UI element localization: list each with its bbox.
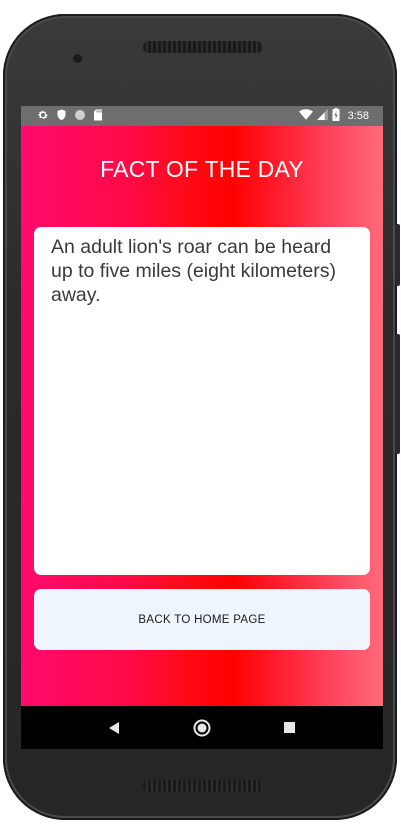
bottom-speaker xyxy=(143,780,263,792)
volume-button xyxy=(395,334,400,454)
fact-card: An adult lion's roar can be heard up to … xyxy=(34,227,370,575)
status-system-icons: 3:58 xyxy=(298,108,369,124)
app-content: FACT OF THE DAY An adult lion's roar can… xyxy=(21,126,383,706)
front-camera xyxy=(73,54,82,63)
fact-text: An adult lion's roar can be heard up to … xyxy=(51,236,337,306)
circle-icon xyxy=(74,109,86,124)
home-icon[interactable] xyxy=(187,713,217,743)
status-time: 3:58 xyxy=(347,110,369,122)
status-notification-icons xyxy=(37,109,103,124)
navigation-bar xyxy=(21,706,383,749)
phone-screen: 3:58 FACT OF THE DAY An adult lion's roa… xyxy=(21,106,383,749)
back-icon[interactable] xyxy=(100,713,130,743)
phone-device-frame: 3:58 FACT OF THE DAY An adult lion's roa… xyxy=(3,14,400,820)
shield-icon xyxy=(56,109,67,124)
sd-card-icon xyxy=(93,109,103,124)
wifi-icon xyxy=(298,109,313,123)
status-bar: 3:58 xyxy=(21,106,383,126)
power-button xyxy=(395,224,400,286)
signal-icon xyxy=(316,109,328,123)
battery-icon xyxy=(332,108,340,124)
page-title: FACT OF THE DAY xyxy=(100,156,304,182)
recents-icon[interactable] xyxy=(274,713,304,743)
top-speaker xyxy=(143,41,263,53)
settings-icon xyxy=(37,109,49,124)
back-to-home-button[interactable]: BACK TO HOME PAGE xyxy=(34,589,370,650)
